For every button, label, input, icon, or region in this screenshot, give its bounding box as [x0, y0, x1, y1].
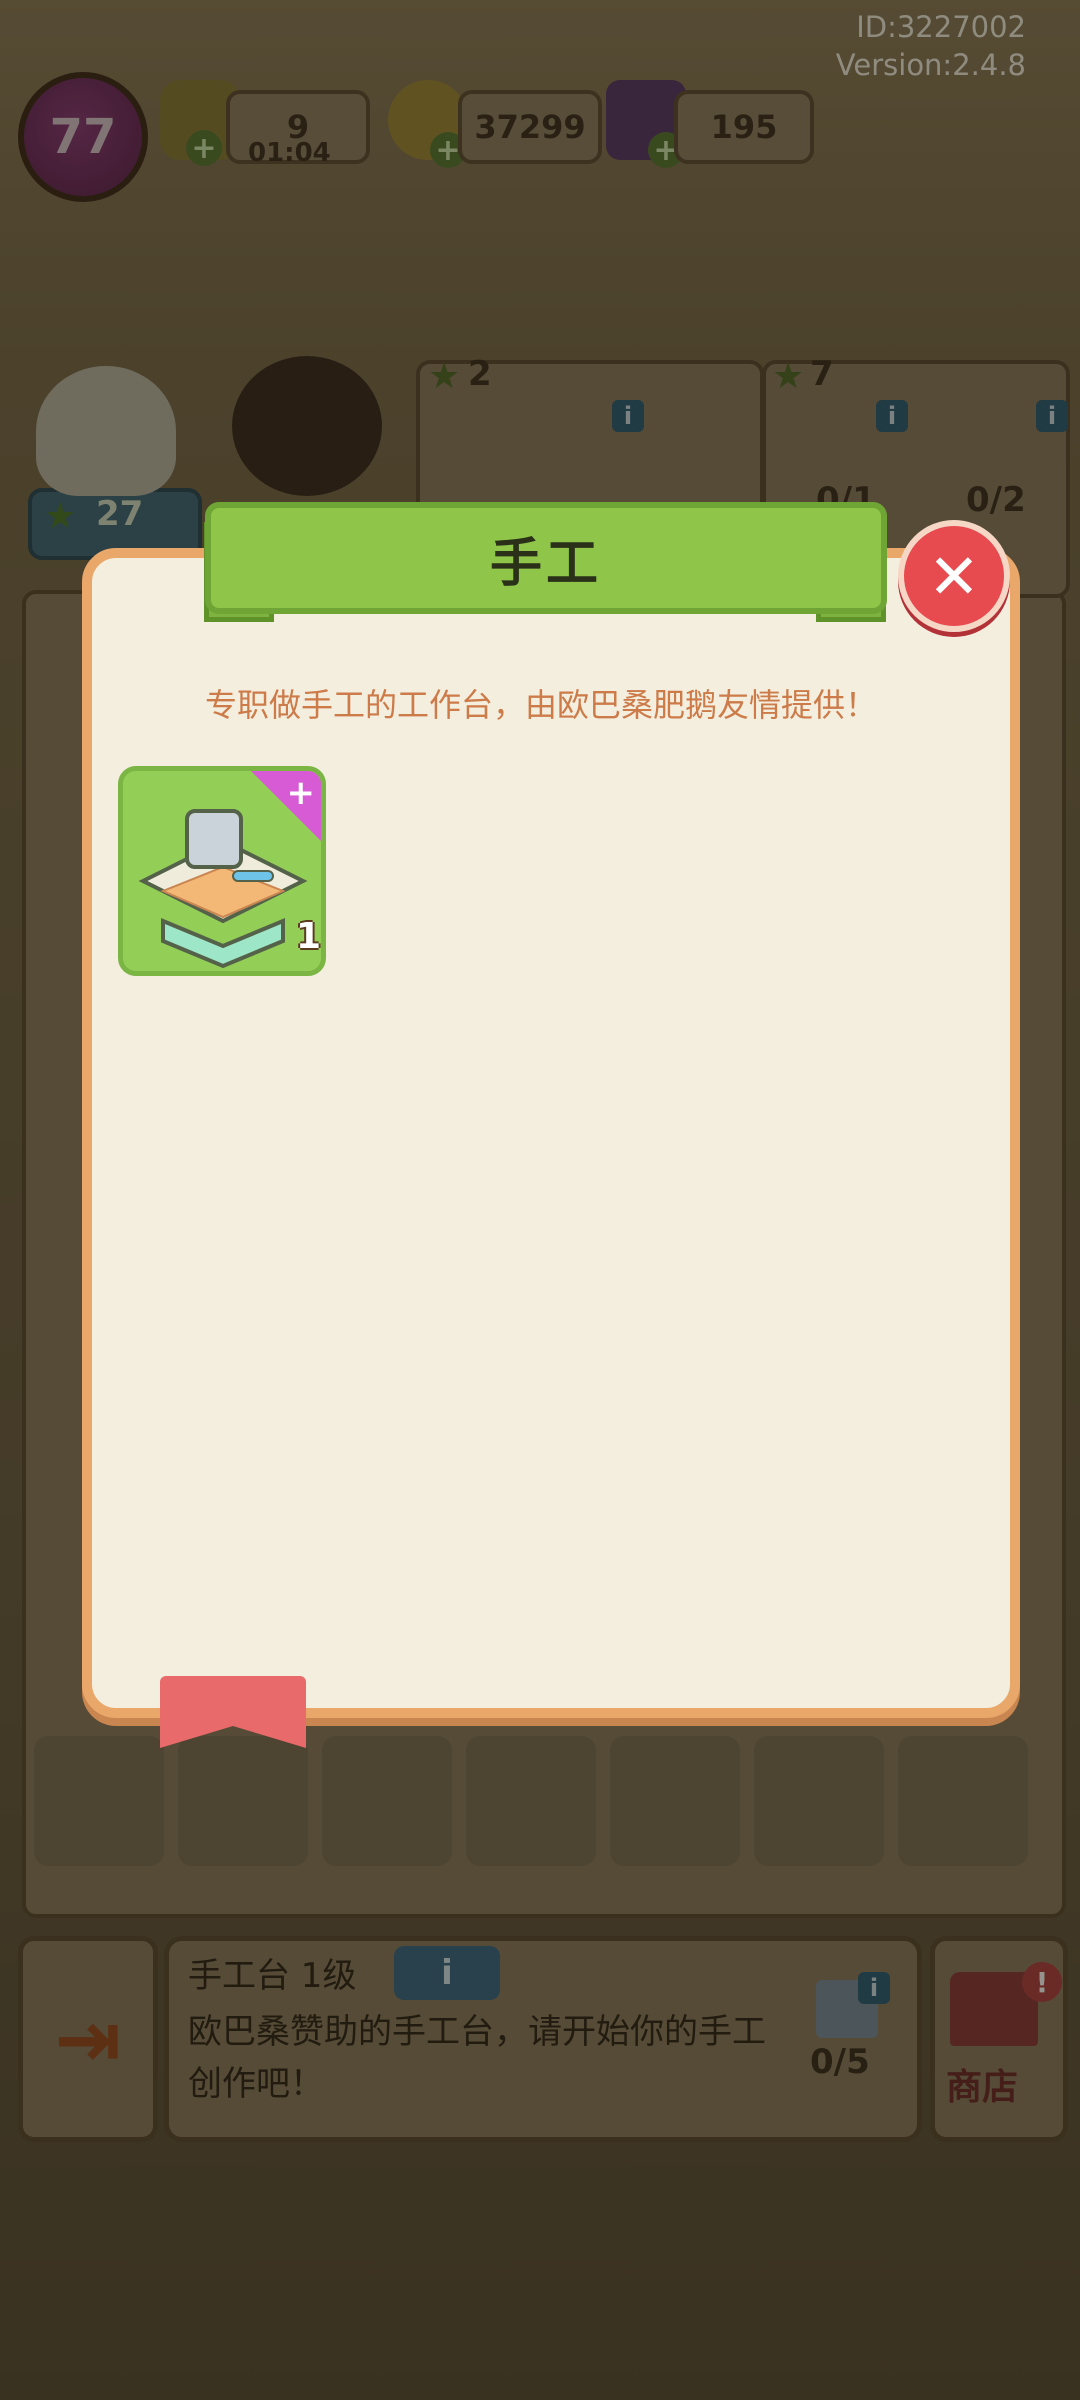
modal-title-banner: 手工	[205, 502, 887, 614]
plus-icon: +	[286, 773, 316, 813]
modal-description: 专职做手工的工作台，由欧巴桑肥鹅友情提供！	[204, 686, 877, 724]
close-icon: ✕	[928, 539, 980, 613]
bookmark-ribbon	[160, 1676, 306, 1748]
craft-item-card[interactable]: +	[118, 766, 326, 976]
craft-item-count: 1	[296, 916, 322, 957]
modal-title: 手工	[489, 533, 602, 594]
close-button[interactable]: ✕	[898, 520, 1010, 632]
